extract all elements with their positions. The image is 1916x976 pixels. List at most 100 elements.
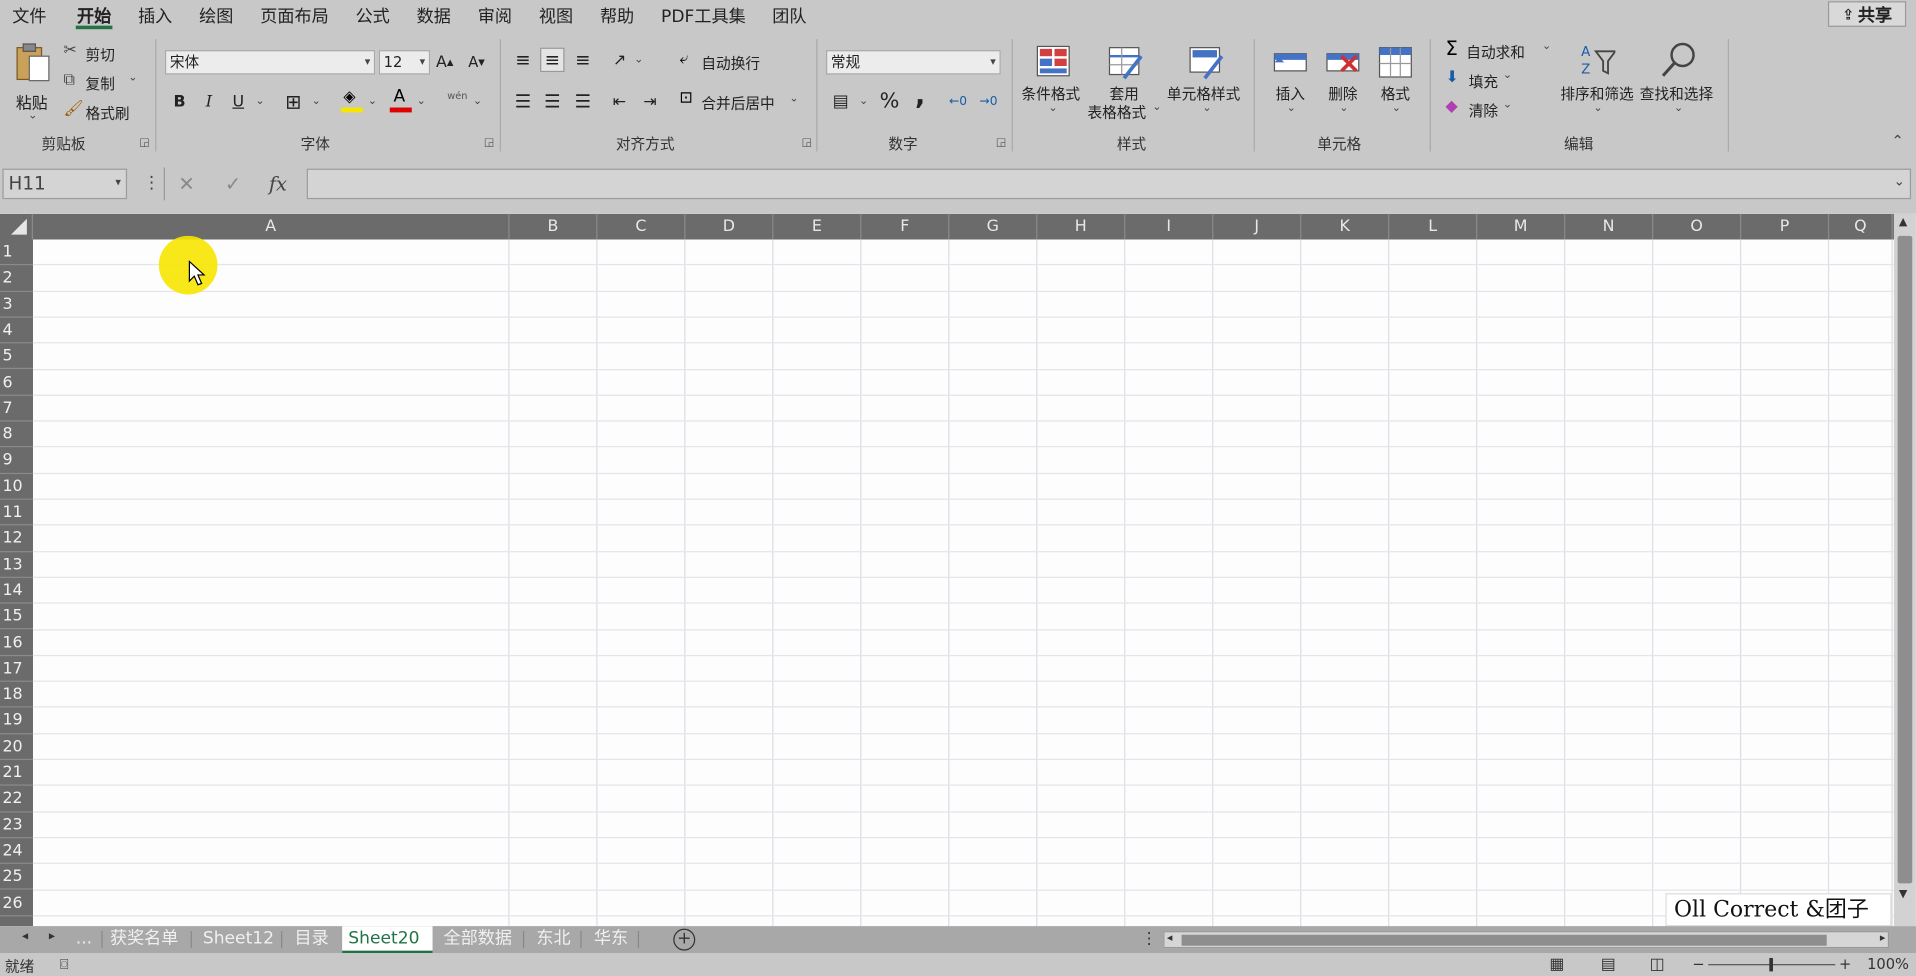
row-header-6[interactable]: 6 — [0, 370, 33, 396]
row-header-2[interactable]: 2 — [0, 266, 33, 292]
column-header-d[interactable]: D — [685, 213, 774, 240]
horizontal-scroll-thumb[interactable] — [1181, 934, 1827, 946]
scroll-left-icon[interactable]: ◂ — [1167, 932, 1173, 944]
chevron-down-icon[interactable]: ⌄ — [368, 95, 377, 107]
tab-scroll-left-icon[interactable]: ◂ — [22, 930, 28, 943]
enter-icon[interactable]: ✓ — [225, 172, 241, 195]
formula-input[interactable]: ⌄ — [306, 168, 1912, 200]
row-header-20[interactable]: 20 — [0, 734, 33, 761]
scroll-right-icon[interactable]: ▸ — [1880, 932, 1886, 944]
page-layout-view-icon[interactable]: ▤ — [1601, 956, 1616, 974]
share-button[interactable]: ⇪ 共享 — [1827, 1, 1907, 27]
menu-data[interactable]: 数据 — [417, 4, 451, 28]
sort-filter-button[interactable]: A Z 排序和筛选 ⌄ — [1559, 39, 1637, 129]
column-header-o[interactable]: O — [1653, 213, 1742, 240]
decrease-decimal-icon[interactable]: →0 — [975, 89, 1002, 113]
select-all-button[interactable] — [0, 213, 33, 240]
menu-page-layout[interactable]: 页面布局 — [260, 4, 328, 28]
menu-file[interactable]: 文件 — [12, 4, 46, 28]
horizontal-scrollbar[interactable]: ◂ ▸ — [1163, 931, 1890, 949]
tab-all-data[interactable]: 全部数据 — [437, 926, 518, 953]
copy-button[interactable]: ⧉ 复制 ⌄ — [64, 71, 142, 93]
tab-sheet20[interactable]: Sheet20 — [342, 926, 433, 954]
row-header-3[interactable]: 3 — [0, 292, 33, 318]
column-header-i[interactable]: I — [1125, 213, 1214, 240]
tab-scroll-right-icon[interactable]: ▸ — [49, 930, 55, 943]
autosum-button[interactable]: Σ 自动求和 ⌄ — [1444, 37, 1554, 63]
dialog-launcher-icon[interactable]: ◲ — [996, 137, 1006, 149]
percent-button[interactable]: % — [877, 89, 901, 113]
menu-review[interactable]: 审阅 — [478, 4, 512, 28]
column-header-l[interactable]: L — [1389, 213, 1478, 240]
column-header-b[interactable]: B — [510, 213, 598, 240]
comma-style-button[interactable]: , — [908, 80, 932, 111]
scroll-up-icon[interactable]: ▲ — [1899, 216, 1907, 228]
row-header-14[interactable]: 14 — [0, 578, 33, 604]
menu-formulas[interactable]: 公式 — [356, 4, 390, 28]
expand-formula-icon[interactable]: ⌄ — [1894, 174, 1905, 190]
cell-area[interactable] — [32, 239, 1894, 927]
align-middle-icon[interactable]: ≡ — [540, 47, 565, 73]
border-icon[interactable]: ⊞ — [281, 89, 305, 113]
row-header-23[interactable]: 23 — [0, 812, 33, 839]
vertical-scroll-thumb[interactable] — [1897, 235, 1913, 884]
chevron-down-icon[interactable]: ⌄ — [255, 95, 264, 107]
dialog-launcher-icon[interactable]: ◲ — [802, 137, 812, 149]
paste-button[interactable]: 粘贴 ⌄ — [12, 39, 54, 125]
insert-cells-button[interactable]: 插入 ⌄ — [1268, 42, 1312, 130]
font-name-select[interactable]: 宋体 ▾ — [164, 50, 376, 75]
font-size-select[interactable]: 12 ▾ — [378, 50, 431, 75]
font-color-button[interactable]: A — [389, 87, 413, 115]
chevron-down-icon[interactable]: ⌄ — [417, 95, 426, 107]
align-center-icon[interactable]: ☰ — [540, 89, 564, 113]
bold-button[interactable]: B — [170, 89, 190, 113]
row-header-18[interactable]: 18 — [0, 682, 33, 708]
zoom-in-icon[interactable]: + — [1839, 956, 1851, 973]
menu-help[interactable]: 帮助 — [600, 4, 634, 28]
align-bottom-icon[interactable]: ≡ — [571, 48, 595, 72]
align-right-icon[interactable]: ☰ — [571, 89, 595, 113]
row-header-16[interactable]: 16 — [0, 630, 33, 656]
orientation-icon[interactable]: ↗ — [607, 48, 631, 72]
chevron-down-icon[interactable]: ⌄ — [473, 95, 482, 107]
more-tabs-icon[interactable]: ⋮ — [1141, 930, 1157, 948]
format-painter-button[interactable]: 🖌 格式刷 — [64, 100, 142, 122]
menu-pdf-tools[interactable]: PDF工具集 — [661, 4, 746, 28]
zoom-out-icon[interactable]: − — [1692, 956, 1704, 973]
menu-view[interactable]: 视图 — [539, 4, 573, 28]
zoom-slider-thumb[interactable] — [1769, 957, 1773, 972]
underline-button[interactable]: U — [228, 89, 248, 113]
increase-indent-icon[interactable]: ⇥ — [638, 89, 662, 113]
menu-insert[interactable]: 插入 — [138, 4, 172, 28]
column-header-a[interactable]: A — [33, 213, 510, 240]
number-format-select[interactable]: 常规 ▾ — [826, 50, 1001, 75]
zoom-level[interactable]: 100% — [1867, 956, 1909, 973]
row-header-25[interactable]: 25 — [0, 864, 33, 891]
clear-button[interactable]: ◆ 清除 ⌄ — [1444, 98, 1517, 122]
add-sheet-icon[interactable]: + — [673, 928, 696, 951]
row-header-7[interactable]: 7 — [0, 396, 33, 422]
cut-button[interactable]: ✂ 剪切 — [64, 42, 137, 64]
row-header-4[interactable]: 4 — [0, 318, 33, 344]
row-header-26[interactable]: 26 — [0, 890, 33, 917]
column-header-g[interactable]: G — [949, 213, 1038, 240]
row-header-10[interactable]: 10 — [0, 474, 33, 500]
tab-catalog[interactable]: 目录 — [288, 926, 334, 953]
row-header-19[interactable]: 19 — [0, 708, 33, 734]
column-header-p[interactable]: P — [1741, 213, 1830, 240]
currency-icon[interactable]: ▤ — [828, 89, 852, 113]
row-header-8[interactable]: 8 — [0, 422, 33, 448]
column-header-k[interactable]: K — [1301, 213, 1390, 240]
vertical-scrollbar[interactable]: ▲ ▼ — [1893, 213, 1916, 927]
column-header-c[interactable]: C — [598, 213, 686, 240]
dialog-launcher-icon[interactable]: ◲ — [139, 137, 149, 149]
delete-cells-button[interactable]: 删除 ⌄ — [1321, 42, 1365, 130]
increase-decimal-icon[interactable]: ←0 — [945, 89, 972, 113]
italic-button[interactable]: I — [199, 89, 219, 113]
row-header-22[interactable]: 22 — [0, 786, 33, 813]
zoom-slider[interactable] — [1708, 957, 1836, 972]
dialog-launcher-icon[interactable]: ◲ — [484, 137, 494, 149]
row-header-17[interactable]: 17 — [0, 656, 33, 682]
row-header-13[interactable]: 13 — [0, 552, 33, 578]
page-break-view-icon[interactable]: ◫ — [1650, 956, 1665, 974]
